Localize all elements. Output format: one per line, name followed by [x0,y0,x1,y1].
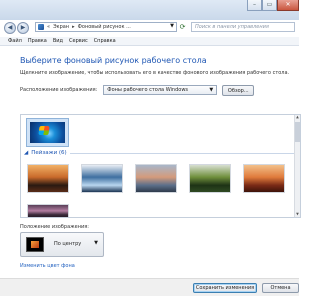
menu-view[interactable]: Вид [53,38,63,44]
wallpaper-thumbnail[interactable] [189,164,231,193]
caption-buttons: – ▭ ✕ [247,0,299,13]
navigation-bar: ◀ ▶ « Экран ▸ Фоновый рисунок ... ▼ ⟳ По… [0,20,299,36]
vertical-scrollbar[interactable]: ▲ ▼ [294,115,300,217]
address-overflow-chevron[interactable]: « [47,24,50,30]
wallpaper-thumbnail[interactable] [243,164,285,193]
position-select[interactable]: По центру ▼ [20,232,104,257]
cancel-button[interactable]: Отмена [262,283,299,293]
maximize-button[interactable]: ▭ [262,0,277,11]
collapse-arrow-icon[interactable]: ◢ [24,150,28,156]
chevron-down-icon: ▼ [209,87,214,93]
wallpaper-thumbnail[interactable] [81,164,123,193]
location-select-value: Фоны рабочего стола Windows [107,87,189,93]
group-label: Пейзажи (6) [31,150,67,156]
breadcrumb-display[interactable]: Экран [53,24,69,30]
save-changes-button[interactable]: Сохранить изменения [193,283,257,293]
page-description: Щелкните изображение, чтобы использовать… [20,70,290,76]
menu-bar: Файл Правка Вид Сервис Справка [0,37,299,46]
refresh-icon[interactable]: ⟳ [178,23,187,31]
location-label: Расположение изображения: [20,87,98,93]
title-bar: – ▭ ✕ [0,0,299,20]
scroll-up-icon[interactable]: ▲ [295,115,300,120]
forward-button[interactable]: ▶ [17,22,29,34]
breadcrumb-separator: ▸ [72,24,75,30]
position-label: Положение изображения: [20,224,89,230]
chevron-down-icon: ▼ [94,240,98,246]
control-panel-icon [38,24,44,30]
address-bar[interactable]: « Экран ▸ Фоновый рисунок ... ▼ [35,22,177,32]
wallpaper-thumbnail[interactable] [135,164,177,193]
breadcrumb-desktop-background[interactable]: Фоновый рисунок ... [78,24,131,30]
back-button[interactable]: ◀ [4,22,16,34]
scroll-down-icon[interactable]: ▼ [295,212,300,217]
windows-logo-icon [38,126,50,135]
wallpaper-thumbnail[interactable] [27,164,69,193]
search-input[interactable]: Поиск в панели управления [191,22,295,32]
close-button[interactable]: ✕ [277,0,299,11]
location-select[interactable]: Фоны рабочего стола Windows ▼ [103,85,218,95]
change-background-color-link[interactable]: Изменить цвет фона [20,263,75,269]
window: – ▭ ✕ ◀ ▶ « Экран ▸ Фоновый рисунок ... … [0,0,301,296]
wallpaper-thumbnail[interactable] [27,204,69,217]
menu-edit[interactable]: Правка [28,38,47,44]
address-dropdown-icon[interactable]: ▼ [170,23,174,29]
footer-bar: Сохранить изменения Отмена [0,278,299,296]
menu-file[interactable]: Файл [8,38,22,44]
position-value: По центру [54,241,82,247]
center-position-icon [26,237,44,252]
group-divider [69,152,294,154]
wallpaper-gallery: ◢ Пейзажи (6) ▲ ▼ [20,114,301,218]
menu-help[interactable]: Справка [94,38,116,44]
minimize-button[interactable]: – [247,0,262,11]
wallpaper-thumbnail-windows[interactable] [26,118,69,147]
scroll-thumb[interactable] [295,122,300,142]
group-header-landscapes[interactable]: ◢ Пейзажи (6) [24,150,294,156]
location-row: Расположение изображения: Фоны рабочего … [20,84,255,96]
page-title: Выберите фоновый рисунок рабочего стола [20,56,207,65]
browse-button[interactable]: Обзор... [222,84,255,96]
menu-tools[interactable]: Сервис [69,38,88,44]
